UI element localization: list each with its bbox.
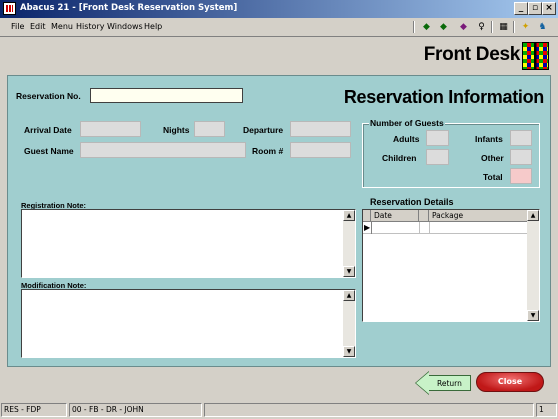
departure-label: Departure xyxy=(243,125,284,135)
reservation-details-grid[interactable]: Date Package ▶ ▲ ▼ xyxy=(362,209,540,322)
menu-history[interactable]: History xyxy=(76,22,104,31)
guests-groupbox: Number of Guests Adults Infants Children… xyxy=(362,118,540,188)
close-window-button[interactable]: × xyxy=(542,2,556,15)
section-title: Reservation Information xyxy=(343,87,544,107)
menu-windows[interactable]: Windows xyxy=(107,22,143,31)
table-row[interactable]: ▶ xyxy=(363,222,529,234)
other-label: Other xyxy=(481,153,504,163)
column-date[interactable]: Date xyxy=(371,210,419,222)
status-page: 1 xyxy=(536,403,557,417)
nights-label: Nights xyxy=(163,125,190,135)
arrival-date-input[interactable] xyxy=(80,121,141,137)
infants-label: Infants xyxy=(475,134,503,144)
children-input[interactable] xyxy=(426,149,449,165)
toolbar-separator xyxy=(513,21,515,33)
menu-edit[interactable]: Edit xyxy=(30,22,46,31)
column-spacer xyxy=(419,210,429,222)
details-scrollbar[interactable]: ▲ ▼ xyxy=(527,210,539,321)
header: Front Desk xyxy=(7,38,551,74)
app-icon[interactable] xyxy=(3,2,16,15)
menu-bar: File Edit Menu History Windows Help ◆ ◆ … xyxy=(0,18,558,37)
toolbar-separator xyxy=(413,21,415,33)
close-button[interactable]: Close xyxy=(476,372,544,392)
departure-input[interactable] xyxy=(290,121,351,137)
registration-note-textarea[interactable]: ▲ ▼ xyxy=(21,209,356,278)
menu-file[interactable]: File xyxy=(11,22,24,31)
reservation-no-label: Reservation No. xyxy=(16,91,81,101)
arrow-left-icon[interactable]: ◆ xyxy=(419,20,434,34)
arrival-date-label: Arrival Date xyxy=(24,125,72,135)
other-input[interactable] xyxy=(510,149,532,165)
infants-input[interactable] xyxy=(510,130,532,146)
total-label: Total xyxy=(483,172,503,182)
header-title: Front Desk xyxy=(423,44,521,65)
adults-input[interactable] xyxy=(426,130,449,146)
reservation-details-title: Reservation Details xyxy=(370,197,454,207)
guest-name-label: Guest Name xyxy=(24,146,74,156)
title-bar: Abacus 21 - [Front Desk Reservation Syst… xyxy=(0,0,558,18)
maximize-button[interactable]: ▫ xyxy=(528,2,542,15)
status-message xyxy=(204,403,534,417)
adults-label: Adults xyxy=(393,134,420,144)
divider xyxy=(429,222,430,234)
nights-input[interactable] xyxy=(194,121,225,137)
scroll-down-icon[interactable]: ▼ xyxy=(343,346,355,357)
calculator-icon[interactable]: ▦ xyxy=(496,20,511,34)
scroll-up-icon[interactable]: ▲ xyxy=(343,210,355,221)
column-package[interactable]: Package xyxy=(429,210,529,222)
book-icon[interactable]: ◆ xyxy=(456,20,471,34)
registration-note-scrollbar[interactable]: ▲ ▼ xyxy=(343,210,355,277)
scroll-down-icon[interactable]: ▼ xyxy=(527,310,539,321)
toolbar-separator xyxy=(491,21,493,33)
return-label: Return xyxy=(437,379,462,388)
key-person-icon[interactable]: ♞ xyxy=(535,20,550,34)
runner-icon[interactable]: ✦ xyxy=(518,20,533,34)
arrow-right-icon[interactable]: ◆ xyxy=(436,20,451,34)
menu-help[interactable]: Help xyxy=(144,22,162,31)
status-bar: RES - FDP 00 - FB - DR - JOHN 1 xyxy=(0,401,558,419)
reservation-no-input[interactable] xyxy=(90,88,243,103)
children-label: Children xyxy=(382,153,417,163)
guests-group-title: Number of Guests xyxy=(369,118,445,128)
status-user: 00 - FB - DR - JOHN xyxy=(69,403,202,417)
grid-corner xyxy=(363,210,371,222)
return-button[interactable]: Return xyxy=(415,371,471,395)
guest-name-input[interactable] xyxy=(80,142,246,158)
grid-header: Date Package xyxy=(363,210,529,222)
scroll-up-icon[interactable]: ▲ xyxy=(343,290,355,301)
status-module: RES - FDP xyxy=(1,403,67,417)
logo-icon xyxy=(522,42,549,70)
total-input xyxy=(510,168,532,184)
modification-note-scrollbar[interactable]: ▲ ▼ xyxy=(343,290,355,357)
person-icon[interactable]: ♀ xyxy=(474,20,489,34)
row-pointer-icon: ▶ xyxy=(364,223,371,232)
window-title: Abacus 21 - [Front Desk Reservation Syst… xyxy=(20,3,238,13)
room-label: Room # xyxy=(252,146,284,156)
modification-note-textarea[interactable]: ▲ ▼ xyxy=(21,289,356,358)
minimize-button[interactable]: _ xyxy=(514,2,528,15)
main-panel: Reservation No. Reservation Information … xyxy=(7,75,551,367)
divider xyxy=(371,222,372,234)
scroll-down-icon[interactable]: ▼ xyxy=(343,266,355,277)
scroll-up-icon[interactable]: ▲ xyxy=(527,210,539,221)
menu-menu[interactable]: Menu xyxy=(51,22,73,31)
button-bar: Return Close xyxy=(7,368,551,398)
room-input[interactable] xyxy=(290,142,351,158)
divider xyxy=(419,222,420,234)
